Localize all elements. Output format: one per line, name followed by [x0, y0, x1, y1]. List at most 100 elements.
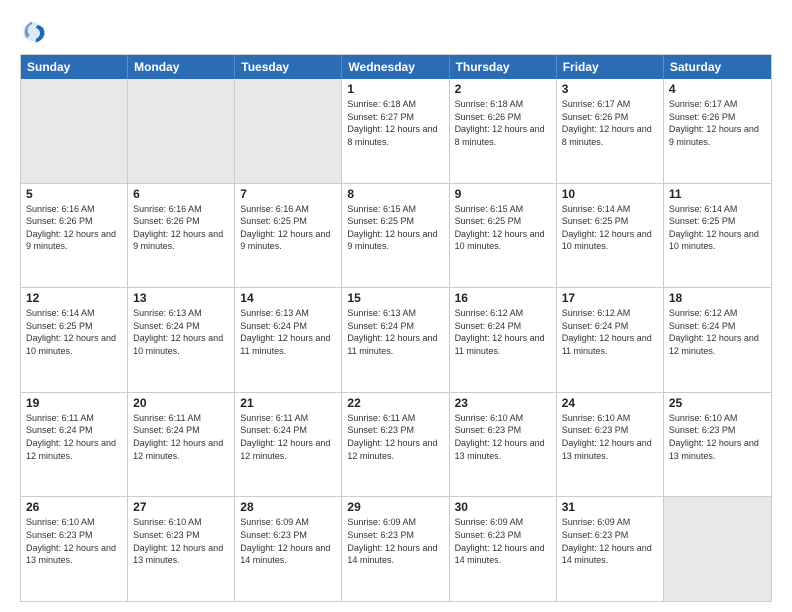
cell-info: Sunrise: 6:18 AMSunset: 6:26 PMDaylight:…	[455, 98, 551, 148]
calendar-cell-0-1	[128, 79, 235, 183]
cell-info: Sunrise: 6:11 AMSunset: 6:23 PMDaylight:…	[347, 412, 443, 462]
calendar-cell-3-6: 25 Sunrise: 6:10 AMSunset: 6:23 PMDayligh…	[664, 393, 771, 497]
weekday-header-wednesday: Wednesday	[342, 55, 449, 79]
day-number: 30	[455, 500, 551, 514]
calendar-cell-0-5: 3 Sunrise: 6:17 AMSunset: 6:26 PMDaylight…	[557, 79, 664, 183]
cell-info: Sunrise: 6:10 AMSunset: 6:23 PMDaylight:…	[133, 516, 229, 566]
calendar-cell-2-1: 13 Sunrise: 6:13 AMSunset: 6:24 PMDayligh…	[128, 288, 235, 392]
page: SundayMondayTuesdayWednesdayThursdayFrid…	[0, 0, 792, 612]
calendar-cell-0-0	[21, 79, 128, 183]
cell-info: Sunrise: 6:09 AMSunset: 6:23 PMDaylight:…	[455, 516, 551, 566]
calendar-cell-2-4: 16 Sunrise: 6:12 AMSunset: 6:24 PMDayligh…	[450, 288, 557, 392]
weekday-header-sunday: Sunday	[21, 55, 128, 79]
cell-info: Sunrise: 6:12 AMSunset: 6:24 PMDaylight:…	[669, 307, 766, 357]
day-number: 7	[240, 187, 336, 201]
calendar-cell-1-2: 7 Sunrise: 6:16 AMSunset: 6:25 PMDaylight…	[235, 184, 342, 288]
day-number: 12	[26, 291, 122, 305]
calendar-cell-2-6: 18 Sunrise: 6:12 AMSunset: 6:24 PMDayligh…	[664, 288, 771, 392]
cell-info: Sunrise: 6:14 AMSunset: 6:25 PMDaylight:…	[26, 307, 122, 357]
calendar-cell-2-5: 17 Sunrise: 6:12 AMSunset: 6:24 PMDayligh…	[557, 288, 664, 392]
cell-info: Sunrise: 6:12 AMSunset: 6:24 PMDaylight:…	[455, 307, 551, 357]
calendar-cell-2-2: 14Sunrise: 6:13 AMSunset: 6:24 PMDayligh…	[235, 288, 342, 392]
logo	[20, 18, 52, 46]
day-number: 10	[562, 187, 658, 201]
day-number: 9	[455, 187, 551, 201]
calendar-cell-0-6: 4 Sunrise: 6:17 AMSunset: 6:26 PMDaylight…	[664, 79, 771, 183]
calendar-cell-3-0: 19Sunrise: 6:11 AMSunset: 6:24 PMDayligh…	[21, 393, 128, 497]
day-number: 4	[669, 82, 766, 96]
day-number: 19	[26, 396, 122, 410]
calendar-cell-1-5: 10 Sunrise: 6:14 AMSunset: 6:25 PMDayligh…	[557, 184, 664, 288]
cell-info: Sunrise: 6:09 AMSunset: 6:23 PMDaylight:…	[240, 516, 336, 566]
cell-info: Sunrise: 6:09 AMSunset: 6:23 PMDaylight:…	[562, 516, 658, 566]
day-number: 26	[26, 500, 122, 514]
cell-info: Sunrise: 6:16 AMSunset: 6:26 PMDaylight:…	[133, 203, 229, 253]
day-number: 17	[562, 291, 658, 305]
cell-info: Sunrise: 6:11 AMSunset: 6:24 PMDaylight:…	[240, 412, 336, 462]
calendar-cell-0-3: 1 Sunrise: 6:18 AMSunset: 6:27 PMDaylight…	[342, 79, 449, 183]
calendar-cell-3-1: 20Sunrise: 6:11 AMSunset: 6:24 PMDayligh…	[128, 393, 235, 497]
day-number: 29	[347, 500, 443, 514]
day-number: 2	[455, 82, 551, 96]
cell-info: Sunrise: 6:10 AMSunset: 6:23 PMDaylight:…	[455, 412, 551, 462]
cell-info: Sunrise: 6:09 AMSunset: 6:23 PMDaylight:…	[347, 516, 443, 566]
weekday-header-thursday: Thursday	[450, 55, 557, 79]
weekday-header-saturday: Saturday	[664, 55, 771, 79]
day-number: 6	[133, 187, 229, 201]
cell-info: Sunrise: 6:17 AMSunset: 6:26 PMDaylight:…	[669, 98, 766, 148]
cell-info: Sunrise: 6:14 AMSunset: 6:25 PMDaylight:…	[562, 203, 658, 253]
cell-info: Sunrise: 6:13 AMSunset: 6:24 PMDaylight:…	[133, 307, 229, 357]
calendar-cell-3-5: 24Sunrise: 6:10 AMSunset: 6:23 PMDayligh…	[557, 393, 664, 497]
day-number: 18	[669, 291, 766, 305]
cell-info: Sunrise: 6:10 AMSunset: 6:23 PMDaylight:…	[26, 516, 122, 566]
calendar-cell-1-3: 8Sunrise: 6:15 AMSunset: 6:25 PMDaylight…	[342, 184, 449, 288]
calendar-row-2: 12 Sunrise: 6:14 AMSunset: 6:25 PMDayligh…	[21, 288, 771, 393]
calendar-cell-1-4: 9 Sunrise: 6:15 AMSunset: 6:25 PMDaylight…	[450, 184, 557, 288]
weekday-header-tuesday: Tuesday	[235, 55, 342, 79]
cell-info: Sunrise: 6:13 AMSunset: 6:24 PMDaylight:…	[240, 307, 336, 357]
calendar-header: SundayMondayTuesdayWednesdayThursdayFrid…	[21, 55, 771, 79]
day-number: 22	[347, 396, 443, 410]
calendar-row-0: 1 Sunrise: 6:18 AMSunset: 6:27 PMDaylight…	[21, 79, 771, 184]
day-number: 25	[669, 396, 766, 410]
day-number: 13	[133, 291, 229, 305]
cell-info: Sunrise: 6:16 AMSunset: 6:26 PMDaylight:…	[26, 203, 122, 253]
calendar-cell-1-6: 11Sunrise: 6:14 AMSunset: 6:25 PMDayligh…	[664, 184, 771, 288]
logo-icon	[20, 18, 48, 46]
day-number: 5	[26, 187, 122, 201]
cell-info: Sunrise: 6:14 AMSunset: 6:25 PMDaylight:…	[669, 203, 766, 253]
calendar-cell-0-4: 2 Sunrise: 6:18 AMSunset: 6:26 PMDaylight…	[450, 79, 557, 183]
calendar-cell-3-4: 23Sunrise: 6:10 AMSunset: 6:23 PMDayligh…	[450, 393, 557, 497]
cell-info: Sunrise: 6:10 AMSunset: 6:23 PMDaylight:…	[669, 412, 766, 462]
day-number: 15	[347, 291, 443, 305]
cell-info: Sunrise: 6:17 AMSunset: 6:26 PMDaylight:…	[562, 98, 658, 148]
weekday-header-monday: Monday	[128, 55, 235, 79]
cell-info: Sunrise: 6:12 AMSunset: 6:24 PMDaylight:…	[562, 307, 658, 357]
calendar-cell-1-0: 5 Sunrise: 6:16 AMSunset: 6:26 PMDaylight…	[21, 184, 128, 288]
calendar-cell-2-0: 12 Sunrise: 6:14 AMSunset: 6:25 PMDayligh…	[21, 288, 128, 392]
calendar: SundayMondayTuesdayWednesdayThursdayFrid…	[20, 54, 772, 602]
day-number: 27	[133, 500, 229, 514]
cell-info: Sunrise: 6:15 AMSunset: 6:25 PMDaylight:…	[455, 203, 551, 253]
calendar-row-1: 5 Sunrise: 6:16 AMSunset: 6:26 PMDaylight…	[21, 184, 771, 289]
calendar-cell-4-2: 28Sunrise: 6:09 AMSunset: 6:23 PMDayligh…	[235, 497, 342, 601]
cell-info: Sunrise: 6:16 AMSunset: 6:25 PMDaylight:…	[240, 203, 336, 253]
calendar-cell-4-0: 26 Sunrise: 6:10 AMSunset: 6:23 PMDayligh…	[21, 497, 128, 601]
calendar-cell-4-1: 27 Sunrise: 6:10 AMSunset: 6:23 PMDayligh…	[128, 497, 235, 601]
day-number: 16	[455, 291, 551, 305]
day-number: 1	[347, 82, 443, 96]
cell-info: Sunrise: 6:18 AMSunset: 6:27 PMDaylight:…	[347, 98, 443, 148]
calendar-cell-3-2: 21 Sunrise: 6:11 AMSunset: 6:24 PMDayligh…	[235, 393, 342, 497]
cell-info: Sunrise: 6:11 AMSunset: 6:24 PMDaylight:…	[133, 412, 229, 462]
cell-info: Sunrise: 6:10 AMSunset: 6:23 PMDaylight:…	[562, 412, 658, 462]
day-number: 3	[562, 82, 658, 96]
calendar-row-4: 26 Sunrise: 6:10 AMSunset: 6:23 PMDayligh…	[21, 497, 771, 601]
calendar-cell-4-3: 29 Sunrise: 6:09 AMSunset: 6:23 PMDayligh…	[342, 497, 449, 601]
calendar-cell-0-2	[235, 79, 342, 183]
calendar-cell-2-3: 15Sunrise: 6:13 AMSunset: 6:24 PMDayligh…	[342, 288, 449, 392]
day-number: 21	[240, 396, 336, 410]
day-number: 31	[562, 500, 658, 514]
calendar-cell-4-4: 30 Sunrise: 6:09 AMSunset: 6:23 PMDayligh…	[450, 497, 557, 601]
calendar-cell-4-5: 31 Sunrise: 6:09 AMSunset: 6:23 PMDayligh…	[557, 497, 664, 601]
calendar-row-3: 19 Sunrise: 6:11 AMSunset: 6:24 PMDayligh…	[21, 393, 771, 498]
